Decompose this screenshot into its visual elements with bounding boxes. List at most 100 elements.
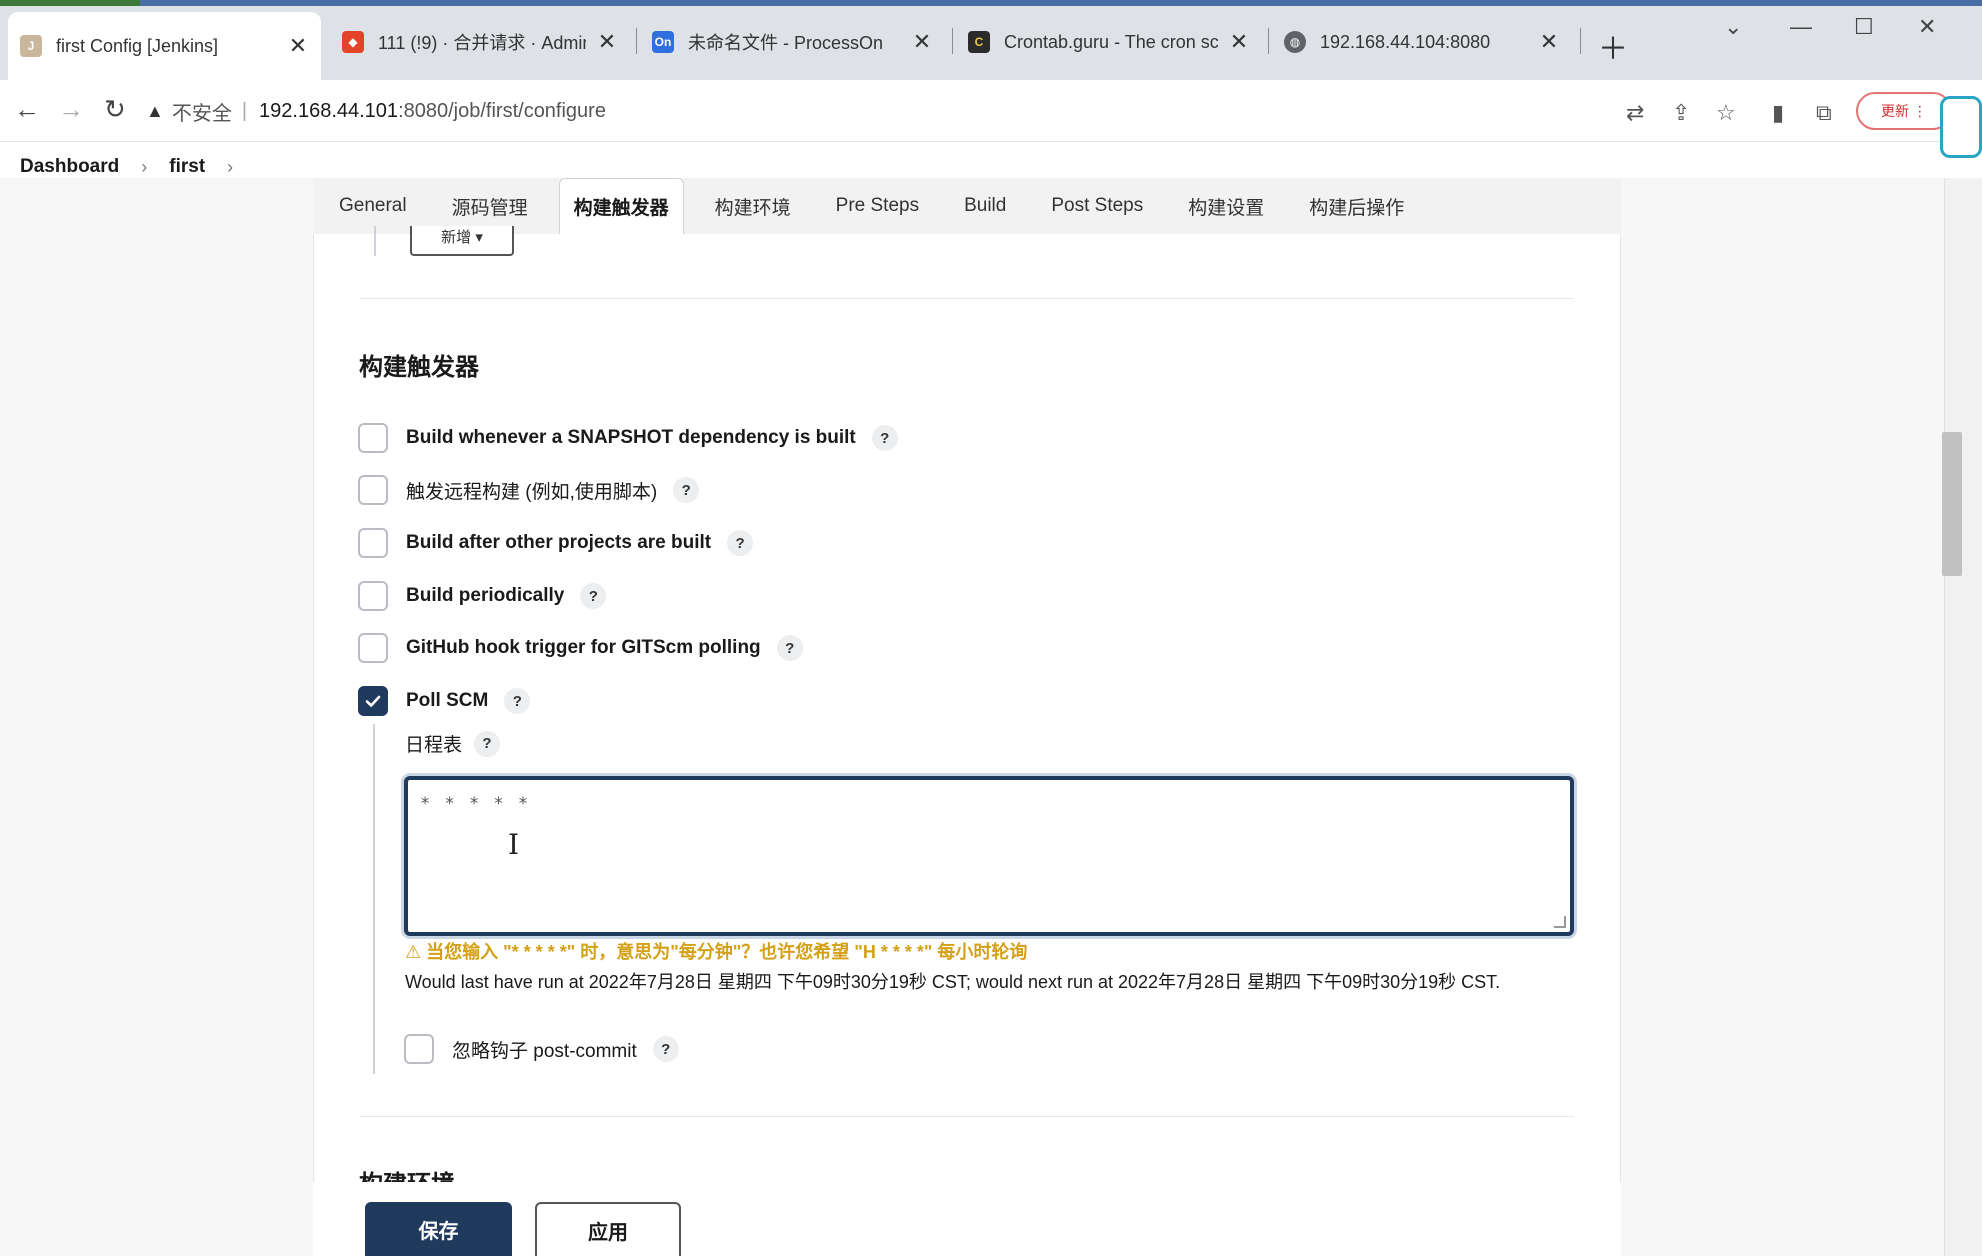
section-title-build-environment: 构建环境: [359, 1164, 455, 1182]
schedule-label: 日程表: [405, 735, 463, 756]
tab-title: first Config [Jenkins]: [56, 35, 219, 56]
tab-strip-top-accent: [0, 0, 1982, 6]
url-bar[interactable]: ▲ 不安全 | 192.168.44.101 :8080/job/first/c…: [146, 90, 1646, 132]
url-host: 192.168.44.101: [259, 99, 399, 122]
add-button[interactable]: 新增 ▾: [410, 226, 514, 256]
browser-tab-processon[interactable]: On 未命名文件 - ProcessOn ✕: [640, 14, 945, 70]
ignore-post-commit-checkbox[interactable]: [404, 1034, 434, 1064]
close-icon[interactable]: ✕: [1538, 29, 1560, 55]
section-divider: [360, 1116, 1574, 1117]
tab-post-steps[interactable]: Post Steps: [1037, 178, 1157, 234]
help-icon[interactable]: ?: [580, 583, 607, 609]
trigger-label: Build periodically: [406, 585, 565, 606]
section-divider: [360, 298, 1574, 299]
section-title-build-triggers: 构建触发器: [359, 354, 479, 381]
remote-build-checkbox[interactable]: [358, 475, 388, 505]
browser-tab-remote-host[interactable]: ◍ 192.168.44.104:8080 ✕: [1272, 14, 1572, 70]
help-icon[interactable]: ?: [727, 530, 754, 556]
update-profile-button[interactable]: 更新 ⋮: [1856, 92, 1952, 130]
close-icon[interactable]: ✕: [1228, 29, 1250, 55]
help-icon[interactable]: ?: [652, 1036, 679, 1062]
after-other-projects-checkbox[interactable]: [358, 528, 388, 558]
help-icon[interactable]: ?: [673, 477, 700, 503]
floating-extension-icon[interactable]: [1940, 96, 1982, 158]
tab-title: 111 (!9) · 合并请求 · Adminis: [378, 33, 586, 53]
side-panel-icon[interactable]: ▮: [1772, 100, 1784, 126]
help-icon[interactable]: ?: [474, 730, 501, 757]
jenkins-icon: J: [20, 35, 42, 57]
help-icon[interactable]: ?: [776, 635, 803, 661]
save-button[interactable]: 保存: [365, 1202, 512, 1256]
trigger-poll-scm: Poll SCM ?: [358, 686, 531, 716]
chevron-right-icon[interactable]: ›: [141, 157, 147, 178]
share-icon[interactable]: ⇪: [1672, 100, 1690, 126]
trigger-label: GitHub hook trigger for GITScm polling: [406, 637, 761, 658]
apply-button[interactable]: 应用: [535, 1202, 681, 1256]
browser-tab-strip: J first Config [Jenkins] ✕ ◆ 111 (!9) · …: [0, 0, 1982, 80]
ignore-post-commit-hooks: 忽略钩子 post-commit ?: [404, 1034, 679, 1064]
trigger-build-periodically: Build periodically ?: [358, 581, 607, 611]
close-icon[interactable]: ✕: [287, 33, 309, 59]
tab-title: 192.168.44.104:8080: [1320, 31, 1491, 52]
github-hook-checkbox[interactable]: [358, 633, 388, 663]
trigger-remote-build: 触发远程构建 (例如,使用脚本) ?: [358, 475, 700, 505]
browser-tab-gitlab[interactable]: ◆ 111 (!9) · 合并请求 · Adminis ✕: [330, 14, 630, 70]
snapshot-dependency-checkbox[interactable]: [358, 423, 388, 453]
extensions-icon[interactable]: ⧉: [1816, 100, 1832, 126]
url-path: :8080/job/first/configure: [398, 99, 606, 122]
browser-tab-jenkins[interactable]: J first Config [Jenkins] ✕: [8, 12, 321, 80]
tab-pre-steps[interactable]: Pre Steps: [822, 178, 933, 234]
help-icon[interactable]: ?: [871, 425, 898, 451]
globe-icon: ◍: [1284, 31, 1306, 53]
schedule-textarea[interactable]: * * * * * I: [404, 776, 1574, 936]
address-toolbar: ← → ↻ ▲ 不安全 | 192.168.44.101 :8080/job/f…: [0, 80, 1982, 142]
page-scrollbar-thumb[interactable]: [1942, 432, 1962, 576]
back-arrow-icon[interactable]: ←: [14, 94, 40, 125]
tab-build-environment[interactable]: 构建环境: [701, 178, 805, 234]
resize-handle[interactable]: [1554, 916, 1566, 928]
help-icon[interactable]: ?: [504, 688, 531, 714]
trigger-snapshot-dependency: Build whenever a SNAPSHOT dependency is …: [358, 423, 898, 453]
tab-post-build-actions[interactable]: 构建后操作: [1295, 178, 1418, 234]
minimize-icon[interactable]: —: [1790, 14, 1812, 40]
schedule-warning: ⚠ 当您输入 "* * * * *" 时，意思为"每分钟"？也许您希望 "H *…: [405, 942, 1028, 962]
close-icon[interactable]: ✕: [911, 29, 933, 55]
build-periodically-checkbox[interactable]: [358, 581, 388, 611]
breadcrumb-dashboard[interactable]: Dashboard: [20, 156, 119, 178]
bookmark-star-icon[interactable]: ☆: [1716, 100, 1736, 126]
tab-title: Crontab.guru - The cron sc: [1004, 31, 1218, 52]
new-tab-plus-icon[interactable]: ＋: [1598, 24, 1628, 68]
page-scrollbar[interactable]: [1944, 178, 1982, 1256]
forward-arrow-icon[interactable]: →: [58, 94, 84, 125]
breadcrumb-job-first[interactable]: first: [169, 156, 205, 178]
trigger-label: Build whenever a SNAPSHOT dependency is …: [406, 427, 856, 448]
ignore-hook-label: 忽略钩子 post-commit: [452, 1040, 637, 1062]
schedule-field-label: 日程表 ?: [405, 730, 501, 757]
poll-scm-checkbox[interactable]: [358, 686, 388, 716]
reload-icon[interactable]: ↻: [104, 94, 126, 125]
tab-build-triggers[interactable]: 构建触发器: [558, 178, 684, 234]
trigger-label: 触发远程构建 (例如,使用脚本): [406, 481, 658, 503]
maximize-icon[interactable]: ☐: [1854, 14, 1874, 40]
tab-build[interactable]: Build: [950, 178, 1020, 234]
trigger-github-hook: GitHub hook trigger for GITScm polling ?: [358, 633, 803, 663]
trigger-after-other-projects: Build after other projects are built ?: [358, 528, 754, 558]
browser-tab-crontab[interactable]: C Crontab.guru - The cron sc ✕: [956, 14, 1262, 70]
close-icon[interactable]: ✕: [596, 29, 618, 55]
tab-title: 未命名文件 - ProcessOn: [688, 33, 884, 53]
tab-build-settings[interactable]: 构建设置: [1174, 178, 1278, 234]
tab-general[interactable]: General: [325, 178, 421, 234]
tab-separator: [952, 28, 953, 54]
tab-search-chevron-icon[interactable]: ⌄: [1724, 14, 1742, 40]
warning-triangle-icon: ▲: [146, 100, 164, 121]
trigger-label: Poll SCM: [406, 690, 489, 711]
config-panel: [313, 178, 1621, 1256]
chevron-right-icon[interactable]: ›: [227, 157, 233, 178]
gitlab-icon: ◆: [342, 31, 364, 53]
window-close-icon[interactable]: ✕: [1918, 14, 1936, 40]
tab-separator: [1580, 28, 1581, 54]
trigger-label: Build after other projects are built: [406, 532, 712, 553]
translate-icon[interactable]: ⇄: [1626, 100, 1644, 126]
tab-separator: [1268, 28, 1269, 54]
schedule-run-info: Would last have run at 2022年7月28日 星期四 下午…: [405, 972, 1501, 992]
